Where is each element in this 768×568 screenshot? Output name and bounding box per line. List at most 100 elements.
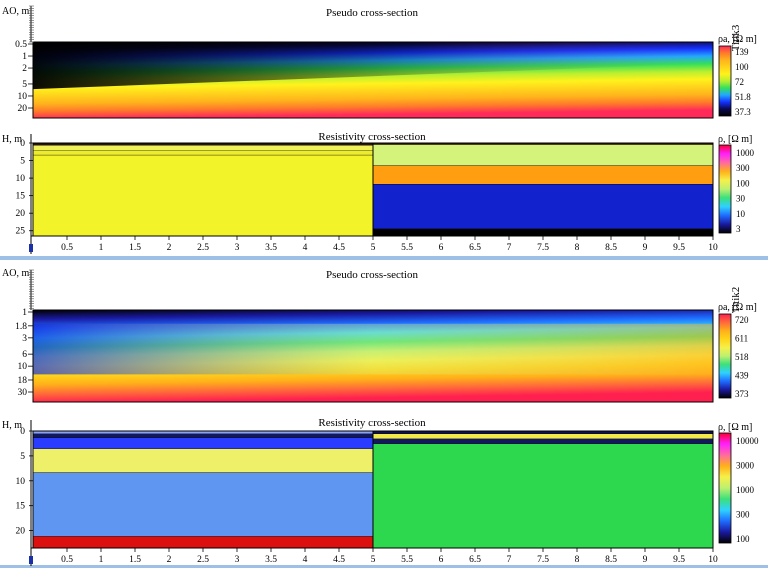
resistivity-colorbar-label: ρ, [Ω m] (718, 422, 752, 433)
x-tick-label: 4.5 (333, 243, 345, 253)
resistivity-y-axis-label: H, m (2, 134, 22, 145)
resistivity-colorbar-tick: 10 (736, 209, 746, 219)
resistivity-colorbar-tick: 1000 (736, 485, 755, 495)
x-tick-label: 3 (235, 555, 240, 565)
x-tick-label: 10 (708, 243, 718, 253)
pseudo-y-tick: 2 (22, 64, 27, 74)
pseudo-colorbar-tick: 51.8 (735, 92, 751, 102)
pseudo-colorbar-tick: 72 (735, 77, 744, 87)
resistivity-colorbar-tick: 3000 (736, 461, 755, 471)
origin-marker (29, 556, 33, 564)
resistivity-colorbar-tick: 10000 (736, 436, 759, 446)
resistivity-y-tick: 10 (16, 477, 26, 487)
pseudo-colorbar-tick: 37.3 (735, 107, 751, 117)
resistivity-y-tick: 20 (16, 527, 26, 537)
pseudo-colorbar-scale (718, 45, 732, 117)
pseudo-colorbar-tick: 100 (735, 62, 749, 72)
x-tick-label: 8.5 (605, 555, 617, 565)
resistivity-layer (33, 145, 373, 151)
x-tick-label: 7 (507, 555, 512, 565)
origin-marker (29, 244, 33, 252)
resistivity-y-tick: 25 (16, 227, 26, 237)
x-tick-label: 2 (167, 555, 172, 565)
pseudo-y-tick: 1 (22, 52, 27, 62)
resistivity-y-tick: 0 (20, 427, 25, 437)
x-tick-label: 8 (575, 555, 580, 565)
resistivity-colorbar-label: ρ, [Ω m] (718, 134, 752, 145)
resistivity-layer (373, 144, 713, 166)
pseudo-colorbar-tick: 720 (735, 315, 749, 325)
x-tick-label: 8.5 (605, 243, 617, 253)
resistivity-layer (33, 536, 373, 548)
x-tick-label: 7.5 (537, 555, 549, 565)
x-tick-label: 9.5 (673, 243, 685, 253)
resistivity-section: Resistivity cross-sectionH, m05101520250… (2, 131, 755, 254)
x-tick-label: 6.5 (469, 555, 481, 565)
x-tick-label: 10 (708, 555, 718, 565)
x-tick-label: 2 (167, 243, 172, 253)
x-tick-label: 2.5 (197, 243, 209, 253)
resistivity-section: Resistivity cross-sectionH, m051015200.5… (2, 417, 759, 566)
x-tick-label: 6 (439, 243, 444, 253)
x-tick-label: 1 (99, 555, 104, 565)
pseudo-y-tick: 20 (18, 104, 28, 114)
resistivity-y-tick: 20 (16, 209, 26, 219)
chart-canvas: Pseudo cross-sectionAO, m0.51251020Titik… (2, 5, 759, 566)
x-tick-label: 6.5 (469, 243, 481, 253)
resistivity-y-tick: 10 (16, 174, 26, 184)
pseudo-y-tick: 10 (18, 362, 28, 372)
pseudo-colorbar-tick: 518 (735, 352, 749, 362)
x-tick-label: 1.5 (129, 243, 141, 253)
x-tick-label: 9 (643, 555, 648, 565)
resistivity-y-tick: 0 (20, 139, 25, 149)
x-tick-label: 0.5 (61, 243, 73, 253)
resistivity-colorbar: ρ, [Ω m] 10000 3000 1000 300 100 (718, 422, 759, 544)
resistivity-layer (33, 437, 373, 449)
pseudo-y-tick: 5 (22, 80, 27, 90)
resistivity-colorbar-tick: 100 (736, 178, 750, 188)
pseudo-colorbar-tick: 611 (735, 334, 748, 344)
resistivity-colorbar: ρ, [Ω m] 1000 300 100 30 10 3 (718, 134, 755, 234)
resistivity-colorbar-tick: 100 (736, 534, 750, 544)
pseudo-colorbar-label: ρa, [Ω m] (718, 302, 757, 313)
x-tick-label: 5 (371, 243, 376, 253)
resistivity-layer (373, 165, 713, 185)
pseudo-section: Pseudo cross-sectionAO, m0.51251020Titik… (2, 5, 757, 119)
pseudo-colorbar-tick: 439 (735, 371, 749, 381)
pseudo-y-tick: 1 (22, 308, 27, 318)
x-tick-label: 3.5 (265, 243, 277, 253)
resistivity-layer (33, 433, 373, 438)
resistivity-y-tick: 15 (16, 502, 26, 512)
x-tick-label: 0.5 (61, 555, 73, 565)
x-tick-label: 6 (439, 555, 444, 565)
x-tick-label: 4 (303, 243, 308, 253)
pseudo-colorbar: ρa, [Ω m] 720 611 518 439 373 (718, 302, 757, 399)
pseudo-y-tick: 18 (18, 376, 28, 386)
resistivity-layer (33, 150, 373, 156)
pseudo-title: Pseudo cross-section (326, 269, 418, 281)
pseudo-y-tick: 6 (22, 350, 27, 360)
x-tick-label: 5 (371, 555, 376, 565)
resistivity-layer (373, 228, 713, 236)
pseudo-y-tick: 1.8 (15, 322, 27, 332)
resistivity-colorbar-scale (718, 432, 732, 544)
pseudo-title: Pseudo cross-section (326, 7, 418, 19)
pseudo-colorbar-label: ρa, [Ω m] (718, 34, 757, 45)
resistivity-title: Resistivity cross-section (318, 417, 426, 429)
x-tick-label: 4.5 (333, 555, 345, 565)
x-tick-label: 4 (303, 555, 308, 565)
resistivity-layer (373, 184, 713, 229)
x-tick-label: 7.5 (537, 243, 549, 253)
x-tick-label: 9.5 (673, 555, 685, 565)
resistivity-layer (33, 448, 373, 473)
x-tick-label: 8 (575, 243, 580, 253)
resistivity-layer (373, 433, 713, 439)
x-tick-label: 7 (507, 243, 512, 253)
x-tick-label: 9 (643, 243, 648, 253)
pseudo-colorbar-tick: 373 (735, 389, 749, 399)
sounding-viewer: Pseudo cross-section AO, m 0.5 1 2 5 10 20 Titik… (0, 0, 768, 568)
pseudo-y-tick: 3 (22, 334, 27, 344)
x-tick-label: 5.5 (401, 555, 413, 565)
x-tick-label: 3 (235, 243, 240, 253)
pseudo-colorbar-tick: 139 (735, 47, 749, 57)
